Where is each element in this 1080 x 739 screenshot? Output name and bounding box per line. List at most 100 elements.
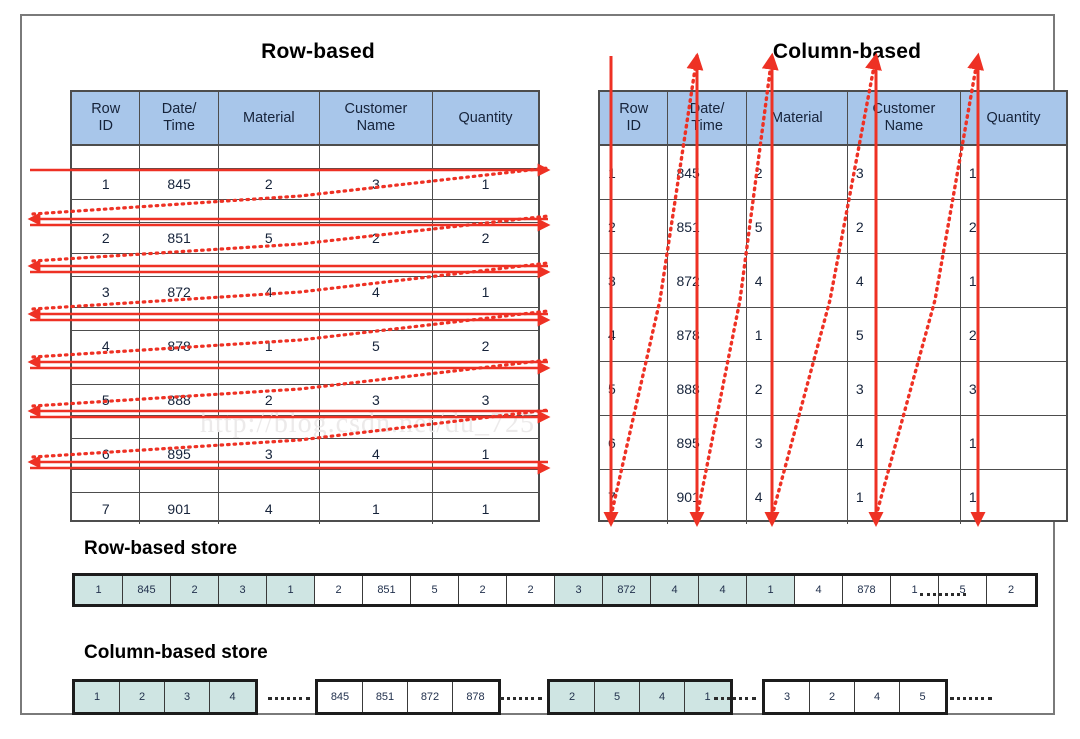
table-cell xyxy=(140,254,219,276)
table-cell: 895 xyxy=(140,439,219,469)
column-store-cell: 2 xyxy=(550,682,595,712)
row-store-cell: 4 xyxy=(651,576,699,604)
column-store-cell: 878 xyxy=(453,682,498,712)
column-header: Material xyxy=(746,92,848,144)
table-cell xyxy=(72,254,141,276)
table-cell: 901 xyxy=(668,470,747,524)
row-store-cell: 872 xyxy=(603,576,651,604)
column-header-line1: Row xyxy=(619,101,649,118)
column-header-line1: Customer xyxy=(344,101,408,118)
table-cell: 872 xyxy=(668,254,747,307)
table-cell xyxy=(72,416,141,438)
row-store-cell: 1 xyxy=(75,576,123,604)
row-store-cell: 1 xyxy=(747,576,795,604)
row-store-title: Row-based store xyxy=(84,538,238,559)
table-row: 5 888 2 3 3 xyxy=(600,362,1066,416)
column-store-cell: 1 xyxy=(75,682,120,712)
panel-title-row-based: Row-based xyxy=(261,40,375,63)
row-store-cell: 3 xyxy=(555,576,603,604)
table-cell xyxy=(320,146,433,168)
row-based-store-strip: 1 845 2 3 1 2 851 5 2 2 3 872 4 4 1 4 878 1 5 2 xyxy=(72,573,1038,607)
column-store-ellipsis-1 xyxy=(500,697,542,700)
row-store-ellipsis xyxy=(920,593,966,596)
column-store-group-material: 2541 xyxy=(547,679,733,715)
column-store-cell: 3 xyxy=(165,682,210,712)
table-cell: 888 xyxy=(140,385,219,415)
figure-frame: Row-based Column-based Row ID Date/Time Mat… xyxy=(20,14,1068,715)
table-cell: 2 xyxy=(481,338,490,354)
table-cell: 7 xyxy=(600,470,669,524)
table-cell xyxy=(140,308,219,330)
table-cell: 3 xyxy=(481,392,490,408)
table-cell xyxy=(219,470,320,492)
column-header-line1: Quantity xyxy=(458,109,513,126)
column-header-line2: Name xyxy=(356,118,396,134)
table-cell: 2 xyxy=(848,200,961,253)
table-row xyxy=(72,470,538,493)
table-cell: 2 xyxy=(320,223,433,253)
table-cell: 1 xyxy=(481,176,490,192)
table-cell xyxy=(140,416,219,438)
row-store-cell: 2 xyxy=(171,576,219,604)
column-header: Row ID xyxy=(72,92,141,144)
table-cell: 3 xyxy=(72,277,141,307)
column-header-line1: Date/ xyxy=(161,101,197,118)
table-row: 3 872 4 4 1 xyxy=(600,254,1066,308)
table-cell: 1 xyxy=(219,331,320,361)
column-header: Row ID xyxy=(600,92,669,144)
column-header-line1: Date/ xyxy=(689,101,725,118)
table-row: 4 878 1 5 2 xyxy=(72,331,538,362)
column-header: Quantity xyxy=(960,92,1067,144)
table-cell: 4 xyxy=(600,308,669,361)
column-header: Quantity xyxy=(432,92,539,144)
table-cell: 2 xyxy=(747,362,848,415)
table-row: 2 851 5 2 2 xyxy=(600,200,1066,254)
table-cell xyxy=(320,200,433,222)
column-header-line1: Material xyxy=(771,109,823,126)
table-cell: 4 xyxy=(848,254,961,307)
column-header-line1: Quantity xyxy=(986,109,1041,126)
row-store-cell: 1 xyxy=(267,576,315,604)
table-cell: 845 xyxy=(140,169,219,199)
table-cell: 3 xyxy=(320,169,433,199)
table-row: 2 851 5 2 2 xyxy=(72,223,538,254)
column-store-cell: 3 xyxy=(765,682,810,712)
table-cell: 4 xyxy=(747,470,848,524)
table-cell xyxy=(72,200,141,222)
table-cell: 1 xyxy=(72,169,141,199)
table-cell xyxy=(320,362,433,384)
table-cell: 5 xyxy=(219,223,320,253)
table-cell xyxy=(433,200,538,222)
row-store-cell: 845 xyxy=(123,576,171,604)
table-cell: 5 xyxy=(72,385,141,415)
row-store-cell: 878 xyxy=(843,576,891,604)
table-cell: 878 xyxy=(668,308,747,361)
table-cell xyxy=(219,416,320,438)
table-row: 5 888 2 3 3 xyxy=(72,385,538,416)
table-cell xyxy=(219,146,320,168)
table-cell: 4 xyxy=(219,493,320,524)
column-store-title: Column-based store xyxy=(84,642,268,663)
table-cell: 3 xyxy=(848,362,961,415)
column-store-cell: 4 xyxy=(210,682,255,712)
table-cell: 1 xyxy=(747,308,848,361)
table-cell xyxy=(219,254,320,276)
table-cell: 7 xyxy=(72,493,141,524)
table-cell: 895 xyxy=(668,416,747,469)
table-row xyxy=(72,416,538,439)
column-header-line1: Material xyxy=(243,109,295,126)
column-store-cell: 4 xyxy=(855,682,900,712)
column-header: Date/Time xyxy=(668,92,747,144)
table-cell xyxy=(140,362,219,384)
table-cell: 3 xyxy=(600,254,669,307)
column-store-cell: 872 xyxy=(408,682,453,712)
table-cell xyxy=(72,308,141,330)
column-header-line2: Name xyxy=(884,118,924,134)
table-cell: 1 xyxy=(968,434,977,451)
table-cell: 4 xyxy=(848,416,961,469)
column-header-line1: Row xyxy=(91,101,121,118)
table-cell: 5 xyxy=(848,308,961,361)
table-cell xyxy=(72,362,141,384)
table-cell: 2 xyxy=(747,146,848,199)
row-store-cell: 2 xyxy=(987,576,1035,604)
